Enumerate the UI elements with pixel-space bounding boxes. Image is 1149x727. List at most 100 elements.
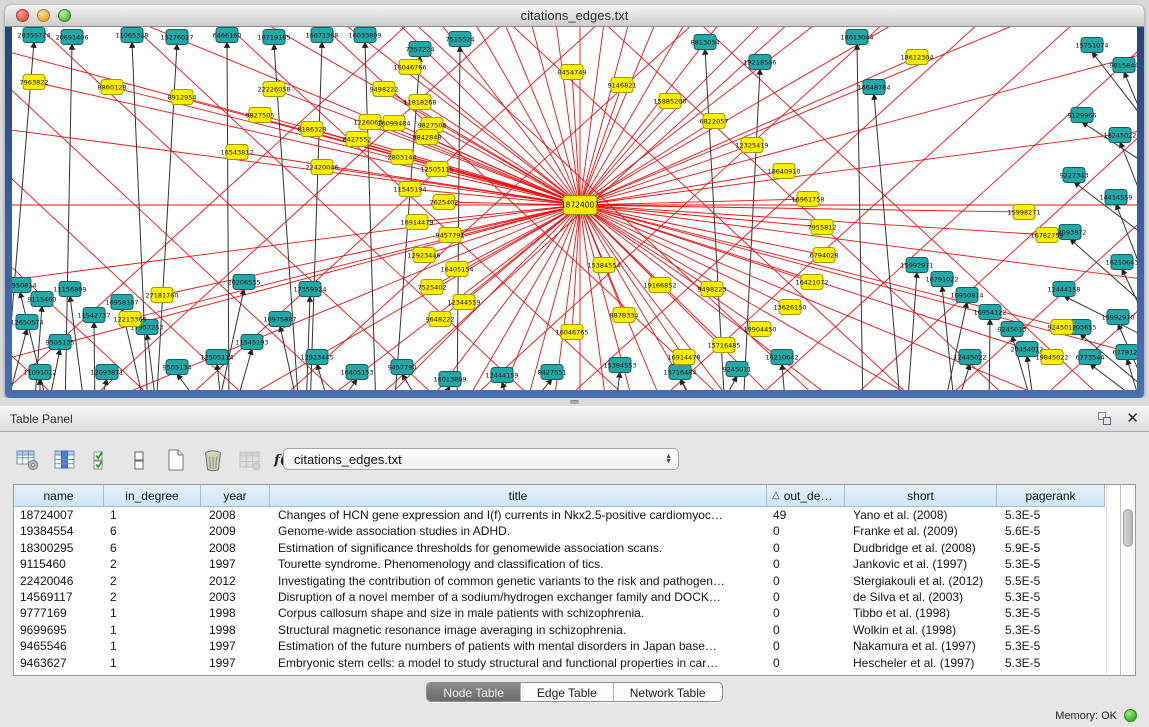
table-cell[interactable]: Corpus callosum shape and size in male p… (270, 605, 767, 621)
graph-node[interactable]: 15716484 (663, 365, 696, 380)
graph-node[interactable]: 8427551 (538, 365, 567, 380)
float-panel-icon[interactable] (1098, 412, 1112, 426)
table-cell[interactable]: 2008 (201, 507, 270, 523)
table-cell[interactable]: 0 (767, 638, 845, 654)
graph-node[interactable]: 9129966 (1068, 108, 1097, 123)
table-cell[interactable]: 0 (767, 523, 845, 539)
scrollbar-thumb[interactable] (1123, 509, 1133, 547)
graph-node[interactable]: 16648784 (857, 80, 890, 95)
table-cell[interactable]: 5.3E-5 (997, 589, 1105, 605)
table-cell[interactable]: 9463627 (14, 655, 104, 671)
graph-node[interactable]: 15384553 (603, 358, 636, 373)
table-cell[interactable]: 0 (767, 573, 845, 589)
table-cell[interactable]: 2 (104, 556, 201, 572)
graph-node[interactable]: 9245012 (1048, 320, 1077, 335)
graph-node[interactable]: 7357224 (406, 42, 435, 57)
memory-status[interactable]: Memory: OK (1055, 709, 1137, 722)
graph-node[interactable]: 8878334 (610, 308, 639, 323)
table-cell[interactable]: 1 (104, 507, 201, 523)
graph-node[interactable]: 6822057 (700, 114, 729, 129)
graph-node[interactable]: 16671368 (305, 28, 338, 43)
table-cell[interactable]: 2008 (201, 540, 270, 556)
graph-node[interactable]: 16013809 (433, 372, 466, 387)
graph-node[interactable]: 16210642 (765, 350, 798, 365)
table-row[interactable]: 946362711997Embryonic stem cells: a mode… (14, 655, 1135, 671)
table-cell[interactable]: Tibbo et al. (1998) (845, 605, 997, 621)
table-cell[interactable]: 5.5E-5 (997, 573, 1105, 589)
graph-node[interactable]: 12923445 (300, 350, 333, 365)
table-cell[interactable]: 18724007 (14, 507, 104, 523)
graph-node[interactable]: 12650574 (12, 315, 44, 330)
create-column-button[interactable] (162, 446, 190, 474)
graph-node[interactable]: 9115460 (28, 292, 57, 307)
table-cell[interactable]: 0 (767, 655, 845, 671)
table-cell[interactable]: 1 (104, 605, 201, 621)
table-cell[interactable]: 5.3E-5 (997, 655, 1105, 671)
deselect-all-button[interactable] (125, 446, 153, 474)
graph-node[interactable]: 7955812 (808, 220, 837, 235)
graph-node[interactable]: 8186328 (298, 122, 327, 137)
graph-node[interactable]: 6794028 (810, 248, 839, 263)
table-row[interactable]: 1872400712008Changes of HCN gene express… (14, 507, 1135, 523)
divider-grip-icon[interactable] (570, 400, 579, 404)
table-cell[interactable]: 49 (767, 507, 845, 523)
graph-node[interactable]: 16033809 (348, 28, 381, 43)
graph-node[interactable]: 12325419 (735, 138, 768, 153)
graph-node[interactable]: 19218506 (743, 55, 776, 70)
table-cell[interactable]: 0 (767, 589, 845, 605)
column-header-title[interactable]: title (270, 485, 767, 507)
table-cell[interactable]: Genome-wide association studies in ADHD. (270, 523, 767, 539)
table-cell[interactable]: Investigating the contribution of common… (270, 573, 767, 589)
table-row[interactable]: 911546021997Tourette syndrome. Phenomeno… (14, 556, 1135, 572)
table-cell[interactable]: 5.3E-5 (997, 507, 1105, 523)
show-column-button[interactable] (51, 446, 79, 474)
graph-node[interactable]: 27181760 (145, 288, 178, 303)
table-cell[interactable]: Wolkin et al. (1998) (845, 622, 997, 638)
graph-node[interactable]: 15384554 (587, 258, 620, 273)
table-cell[interactable]: 2009 (201, 523, 270, 539)
graph-node[interactable]: 18724007 (561, 196, 599, 215)
graph-node[interactable]: 9498222 (370, 82, 399, 97)
table-cell[interactable]: 2 (104, 573, 201, 589)
tab-network-table[interactable]: Network Table (614, 683, 722, 701)
table-cell[interactable]: 1998 (201, 605, 270, 621)
table-cell[interactable]: 0 (767, 540, 845, 556)
graph-node[interactable]: 8454749 (558, 65, 587, 80)
graph-node[interactable]: 22226058 (257, 82, 290, 97)
graph-node[interactable]: 16791022 (925, 272, 958, 287)
table-cell[interactable]: 9465546 (14, 638, 104, 654)
graph-node[interactable]: 9227343 (1060, 168, 1089, 183)
graph-node[interactable]: 15998271 (1007, 205, 1040, 220)
graph-node[interactable]: 16210643 (1105, 255, 1137, 270)
graph-node[interactable]: 9842848 (413, 130, 442, 145)
graph-node[interactable]: 12445022 (953, 350, 986, 365)
graph-node[interactable]: 15885200 (653, 94, 686, 109)
graph-node[interactable]: 9505135 (46, 335, 75, 350)
graph-node[interactable]: 8912954 (168, 90, 197, 105)
graph-node[interactable]: 16961758 (791, 192, 824, 207)
graph-node[interactable]: 16914479 (400, 215, 433, 230)
tab-edge-table[interactable]: Edge Table (521, 683, 614, 701)
table-cell[interactable]: 2 (104, 589, 201, 605)
graph-node[interactable]: 11818268 (403, 95, 436, 110)
graph-node[interactable]: 12444158 (1047, 282, 1080, 297)
table-cell[interactable]: 5.9E-5 (997, 540, 1105, 556)
graph-node[interactable]: 19166852 (643, 278, 676, 293)
table-cell[interactable]: Hescheler et al. (1997) (845, 655, 997, 671)
table-cell[interactable]: de Silva et al. (2003) (845, 589, 997, 605)
graph-node[interactable]: 16046765 (555, 325, 588, 340)
graph-node[interactable]: 9245013 (998, 322, 1027, 337)
table-cell[interactable]: Embryonic stem cells: a model to study s… (270, 655, 767, 671)
graph-node[interactable]: 8860128 (98, 80, 127, 95)
table-settings-button[interactable] (14, 446, 42, 474)
graph-node[interactable]: 7625402 (430, 195, 459, 210)
graph-node[interactable]: 6778123 (1113, 345, 1137, 360)
graph-node[interactable]: 15751074 (1075, 38, 1108, 53)
table-cell[interactable]: 6 (104, 540, 201, 556)
table-cell[interactable]: 1997 (201, 638, 270, 654)
table-cell[interactable]: Structural magnetic resonance image aver… (270, 622, 767, 638)
select-all-button[interactable] (88, 446, 116, 474)
table-cell[interactable]: 14569117 (14, 589, 104, 605)
graph-node[interactable]: 17359924 (293, 282, 326, 297)
table-cell[interactable]: 9777169 (14, 605, 104, 621)
